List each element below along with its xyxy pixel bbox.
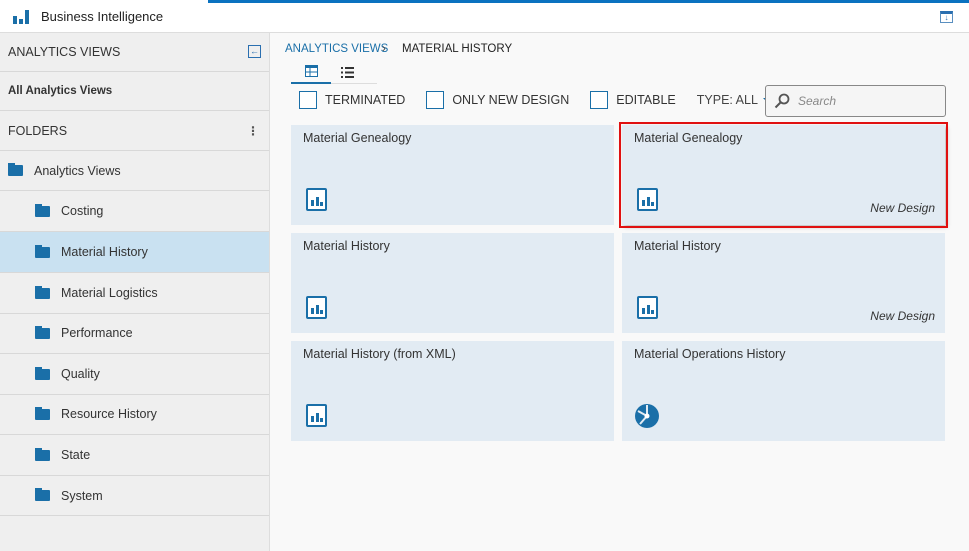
all-views-label: All Analytics Views (8, 85, 113, 97)
report-icon (306, 404, 327, 427)
sidebar-item-state[interactable]: State (0, 435, 269, 476)
only-new-design-label: ONLY NEW DESIGN (452, 93, 570, 107)
breadcrumb-separator-icon: › (382, 43, 386, 55)
sidebar-item-system[interactable]: System (0, 476, 269, 516)
folder-label: Analytics Views (34, 163, 121, 178)
folder-icon (35, 488, 50, 501)
folder-label: Resource History (61, 407, 157, 421)
list-icon (340, 66, 354, 78)
breadcrumb-current: MATERIAL HISTORY (402, 43, 513, 55)
card-title: Material Operations History (634, 347, 786, 361)
analytics-view-card[interactable]: Material History (291, 233, 614, 333)
sidebar-item-analytics-views[interactable]: Analytics Views (0, 151, 269, 191)
editable-filter[interactable]: EDITABLE (590, 91, 676, 109)
analytics-view-card[interactable]: Material Genealogy (291, 125, 614, 225)
terminated-checkbox[interactable] (299, 91, 317, 109)
only-new-design-checkbox[interactable] (426, 91, 445, 109)
folder-label: Costing (61, 204, 104, 218)
folders-header: FOLDERS ⋮ (0, 111, 269, 151)
folders-label: FOLDERS (8, 123, 68, 138)
folder-icon (35, 285, 50, 299)
new-design-badge: New Design (870, 201, 935, 215)
folder-label: Performance (61, 326, 133, 340)
download-icon[interactable]: ↓ (940, 11, 953, 23)
folder-icon (35, 406, 50, 420)
sidebar-item-all-views[interactable]: All Analytics Views (0, 72, 269, 111)
analytics-view-card[interactable]: Material Genealogy New Design (619, 122, 948, 228)
folder-icon (35, 203, 50, 217)
tab-grid-view[interactable] (291, 60, 331, 84)
sidebar-item-resource-history[interactable]: Resource History (0, 394, 269, 435)
pie-chart-icon (635, 404, 659, 428)
analytics-view-card[interactable]: Material History New Design (622, 233, 945, 333)
sidebar-header: ANALYTICS VIEWS ← (0, 33, 269, 72)
tab-list-view[interactable] (327, 60, 367, 84)
folder-label: Material Logistics (61, 286, 158, 300)
more-options-icon[interactable]: ⋮ (247, 124, 259, 138)
terminated-label: TERMINATED (325, 93, 406, 107)
card-title: Material History (from XML) (303, 347, 456, 361)
sidebar-item-performance[interactable]: Performance (0, 313, 269, 354)
type-dropdown[interactable]: TYPE: ALL (697, 93, 773, 107)
only-new-design-filter[interactable]: ONLY NEW DESIGN (426, 91, 569, 109)
collapse-sidebar-icon[interactable]: ← (248, 45, 261, 58)
sidebar-item-material-logistics[interactable]: Material Logistics (0, 273, 269, 314)
terminated-filter[interactable]: TERMINATED (299, 91, 405, 109)
folder-label: State (61, 448, 91, 462)
filter-bar: TERMINATED ONLY NEW DESIGN EDITABLE TYPE… (299, 91, 794, 109)
search-placeholder: Search (798, 94, 837, 108)
type-label: TYPE: ALL (696, 93, 758, 107)
folder-icon (35, 244, 50, 258)
analytics-view-card[interactable]: Material Operations History (622, 341, 945, 441)
report-icon (306, 188, 327, 211)
sidebar-title: ANALYTICS VIEWS (8, 45, 121, 59)
card-title: Material Genealogy (303, 131, 412, 145)
card-title: Material History (303, 239, 390, 253)
sidebar-item-quality[interactable]: Quality (0, 354, 269, 395)
report-icon (637, 296, 658, 319)
analytics-view-card[interactable]: Material History (from XML) (291, 341, 614, 441)
sidebar-item-material-history[interactable]: Material History (0, 232, 269, 273)
view-tabs (291, 60, 377, 84)
folder-icon (8, 163, 23, 176)
sidebar-item-costing[interactable]: Costing (0, 191, 269, 232)
folder-icon (35, 447, 50, 461)
folder-label: Material History (61, 245, 148, 259)
folder-icon (35, 366, 50, 380)
editable-label: EDITABLE (616, 93, 676, 107)
app-header: Business Intelligence ↓ (0, 0, 969, 33)
grid-icon (304, 65, 318, 77)
sidebar: ANALYTICS VIEWS ← All Analytics Views FO… (0, 33, 270, 551)
card-title: Material History (634, 239, 721, 253)
progress-line (208, 0, 969, 3)
folder-label: System (61, 488, 103, 503)
folder-label: Quality (61, 367, 100, 381)
editable-checkbox[interactable] (590, 91, 609, 109)
breadcrumb-root[interactable]: ANALYTICS VIEWS (285, 43, 388, 55)
report-icon (306, 296, 327, 319)
app-title: Business Intelligence (41, 9, 164, 24)
report-icon (637, 188, 658, 211)
folder-icon (35, 325, 50, 339)
bar-chart-icon (13, 10, 29, 24)
search-input[interactable]: Search (765, 85, 946, 117)
search-icon (774, 93, 790, 109)
new-design-badge: New Design (870, 309, 935, 323)
card-title: Material Genealogy (634, 131, 743, 145)
